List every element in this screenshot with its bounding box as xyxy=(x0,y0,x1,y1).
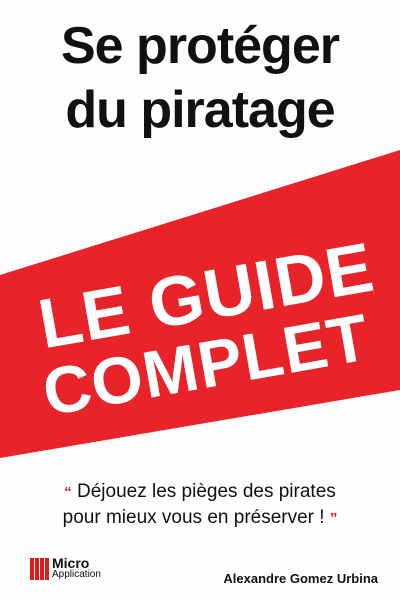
publisher-name-line-1: Micro xyxy=(52,555,90,571)
tagline-line-2: pour mieux vous en préserver ! ” xyxy=(0,506,400,531)
author-name: Alexandre Gomez Urbina xyxy=(223,571,378,586)
tagline-text-2: pour mieux vous en préserver ! xyxy=(62,507,325,528)
publisher-name-line-2: Application xyxy=(52,569,101,580)
close-quote-mark: ” xyxy=(329,510,338,527)
tagline-line-1: “ Déjouez les pièges des pirates xyxy=(0,480,400,505)
book-cover: Se protéger du piratage LE GUIDE COMPLET… xyxy=(0,0,400,600)
publisher-logo-bars-icon xyxy=(30,558,49,580)
open-quote-mark: “ xyxy=(64,484,72,501)
tagline-text-1: Déjouez les pièges des pirates xyxy=(77,481,336,502)
publisher-logo: Micro Application xyxy=(30,555,101,580)
